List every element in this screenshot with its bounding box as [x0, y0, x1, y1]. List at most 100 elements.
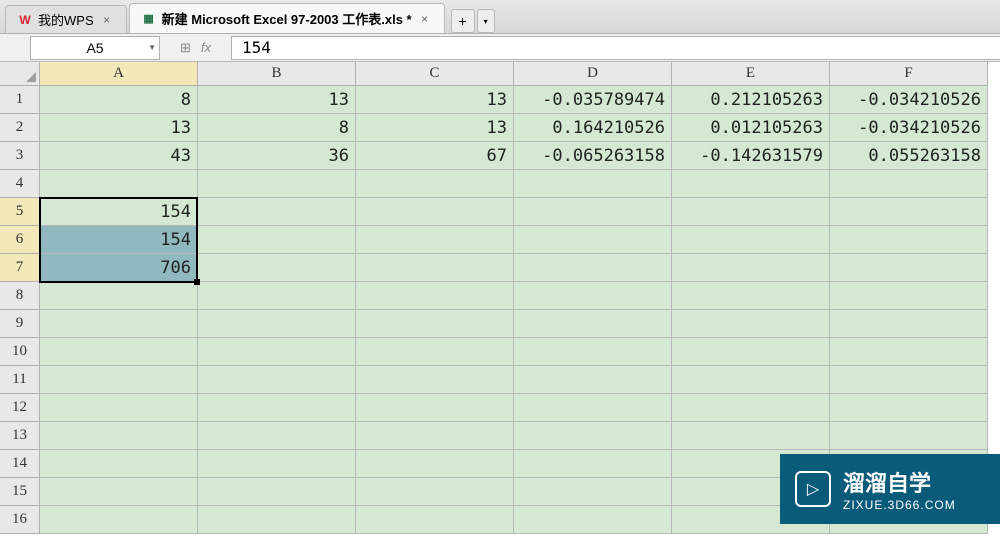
- cell[interactable]: [356, 282, 514, 310]
- cell[interactable]: [198, 170, 356, 198]
- col-header-D[interactable]: D: [514, 62, 672, 86]
- col-header-A[interactable]: A: [40, 62, 198, 86]
- cell[interactable]: [514, 282, 672, 310]
- cell[interactable]: [830, 170, 988, 198]
- cell[interactable]: [514, 170, 672, 198]
- tab-my-wps[interactable]: W 我的WPS ×: [5, 5, 127, 33]
- cell[interactable]: [356, 366, 514, 394]
- cell[interactable]: [830, 422, 988, 450]
- close-icon[interactable]: ×: [100, 13, 114, 27]
- cell[interactable]: [356, 506, 514, 534]
- cell[interactable]: [514, 226, 672, 254]
- cell[interactable]: 13: [356, 86, 514, 114]
- cell[interactable]: 154: [40, 226, 198, 254]
- cell[interactable]: [514, 254, 672, 282]
- cell[interactable]: [830, 254, 988, 282]
- cell[interactable]: [672, 254, 830, 282]
- cell[interactable]: [514, 198, 672, 226]
- cell[interactable]: [830, 198, 988, 226]
- col-header-B[interactable]: B: [198, 62, 356, 86]
- cell[interactable]: -0.142631579: [672, 142, 830, 170]
- row-header[interactable]: 8: [0, 282, 40, 310]
- cell[interactable]: [356, 450, 514, 478]
- row-header[interactable]: 11: [0, 366, 40, 394]
- cell[interactable]: [356, 310, 514, 338]
- cell[interactable]: [198, 198, 356, 226]
- cell[interactable]: [514, 478, 672, 506]
- tab-workbook[interactable]: ▦ 新建 Microsoft Excel 97-2003 工作表.xls * ×: [129, 3, 445, 33]
- col-header-E[interactable]: E: [672, 62, 830, 86]
- cell[interactable]: [356, 478, 514, 506]
- cell[interactable]: [514, 450, 672, 478]
- cell[interactable]: [514, 310, 672, 338]
- tab-menu-button[interactable]: ▾: [477, 9, 495, 33]
- cell[interactable]: [672, 282, 830, 310]
- cell[interactable]: [514, 338, 672, 366]
- cell[interactable]: [40, 366, 198, 394]
- cell[interactable]: [672, 170, 830, 198]
- row-header[interactable]: 5: [0, 198, 40, 226]
- col-header-F[interactable]: F: [830, 62, 988, 86]
- cell[interactable]: [198, 450, 356, 478]
- row-header[interactable]: 14: [0, 450, 40, 478]
- cell[interactable]: [830, 394, 988, 422]
- cell[interactable]: [40, 506, 198, 534]
- cell[interactable]: 13: [356, 114, 514, 142]
- row-header[interactable]: 4: [0, 170, 40, 198]
- new-tab-button[interactable]: +: [451, 9, 475, 33]
- cell[interactable]: -0.035789474: [514, 86, 672, 114]
- cell[interactable]: [830, 366, 988, 394]
- cell[interactable]: [672, 366, 830, 394]
- cell[interactable]: [514, 422, 672, 450]
- cell[interactable]: [830, 226, 988, 254]
- cell[interactable]: 67: [356, 142, 514, 170]
- close-icon[interactable]: ×: [418, 12, 432, 26]
- cell[interactable]: [40, 450, 198, 478]
- cell[interactable]: [356, 394, 514, 422]
- cell[interactable]: 154: [40, 198, 198, 226]
- cell[interactable]: [356, 422, 514, 450]
- cell[interactable]: [672, 394, 830, 422]
- cell[interactable]: -0.034210526: [830, 114, 988, 142]
- cell[interactable]: [198, 338, 356, 366]
- cell[interactable]: [672, 422, 830, 450]
- row-header[interactable]: 10: [0, 338, 40, 366]
- cell[interactable]: [40, 394, 198, 422]
- cell[interactable]: [672, 310, 830, 338]
- row-header[interactable]: 12: [0, 394, 40, 422]
- row-header[interactable]: 16: [0, 506, 40, 534]
- cell[interactable]: [198, 422, 356, 450]
- cell[interactable]: 0.212105263: [672, 86, 830, 114]
- row-header[interactable]: 13: [0, 422, 40, 450]
- row-header[interactable]: 9: [0, 310, 40, 338]
- cell[interactable]: 8: [198, 114, 356, 142]
- col-header-C[interactable]: C: [356, 62, 514, 86]
- cell[interactable]: [356, 198, 514, 226]
- cell[interactable]: 0.164210526: [514, 114, 672, 142]
- cell[interactable]: [198, 310, 356, 338]
- row-header[interactable]: 2: [0, 114, 40, 142]
- cell[interactable]: 36: [198, 142, 356, 170]
- cell[interactable]: [356, 338, 514, 366]
- cell[interactable]: -0.034210526: [830, 86, 988, 114]
- cell[interactable]: 8: [40, 86, 198, 114]
- cell[interactable]: [40, 338, 198, 366]
- cell[interactable]: [198, 282, 356, 310]
- cell[interactable]: 706: [40, 254, 198, 282]
- cell[interactable]: [672, 226, 830, 254]
- cell[interactable]: [40, 310, 198, 338]
- name-box[interactable]: A5 ▼: [30, 36, 160, 60]
- select-all-corner[interactable]: [0, 62, 40, 86]
- row-header[interactable]: 1: [0, 86, 40, 114]
- expand-icon[interactable]: ⊞: [180, 40, 191, 56]
- cell[interactable]: [40, 282, 198, 310]
- cell[interactable]: [198, 226, 356, 254]
- row-header[interactable]: 6: [0, 226, 40, 254]
- cell[interactable]: [356, 254, 514, 282]
- cell[interactable]: [514, 394, 672, 422]
- cell[interactable]: [198, 366, 356, 394]
- cell[interactable]: [356, 170, 514, 198]
- cell[interactable]: 13: [198, 86, 356, 114]
- chevron-down-icon[interactable]: ▼: [148, 43, 156, 52]
- cell[interactable]: 43: [40, 142, 198, 170]
